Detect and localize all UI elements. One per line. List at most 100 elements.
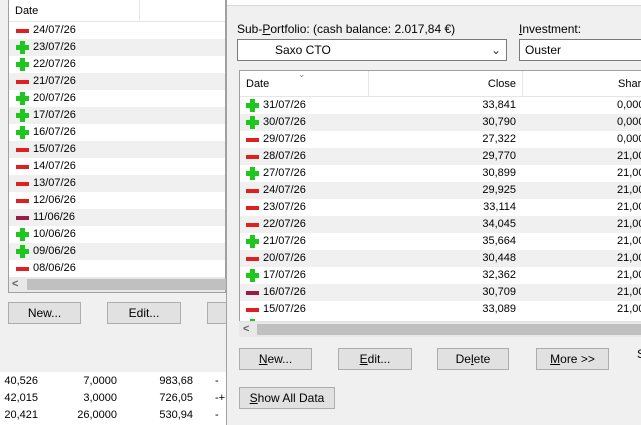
back-list-header: Date	[9, 0, 225, 22]
transaction-row[interactable]: 42,015 3,0000 726,05 -+	[0, 390, 226, 407]
price-row[interactable]: 24/07/26 29,925 21,000	[240, 182, 641, 199]
minus-icon	[245, 285, 260, 300]
row-shares: 21,000	[617, 218, 641, 230]
subportfolio-select[interactable]: Saxo CTO ⌄	[237, 39, 507, 61]
back-list-row[interactable]: 09/06/26	[9, 243, 225, 260]
minus-icon	[15, 74, 30, 89]
back-list-row[interactable]: 15/07/26	[9, 141, 225, 158]
back-list-row[interactable]: 24/07/26	[9, 22, 225, 39]
show-all-data-button[interactable]: Show All Data	[239, 387, 335, 409]
row-date: 21/07/26	[33, 75, 76, 87]
column-date[interactable]: Date	[246, 78, 269, 90]
row-date: 20/07/26	[33, 92, 76, 104]
row-shares: 21,000	[617, 150, 641, 162]
delete-button[interactable]: Delete	[437, 348, 509, 370]
price-row[interactable]: 27/07/26 30,899 21,000	[240, 165, 641, 182]
scroll-thumb[interactable]	[27, 279, 227, 290]
back-edit-button[interactable]: Edit...	[107, 302, 181, 324]
back-list-row[interactable]: 14/07/26	[9, 158, 225, 175]
price-row[interactable]: 29/07/26 27,322 0,000	[240, 131, 641, 148]
prices-list[interactable]: ⌄ Date Close Share 31/07/2633,8410,00030…	[239, 70, 641, 337]
back-list-row[interactable]: 21/07/26	[9, 73, 225, 90]
row-shares: 21,000	[617, 201, 641, 213]
background-window: Date 24/07/26 23/07/26 22/07/26 21/07/26 20/…	[0, 0, 231, 425]
row-shares: 0,000	[617, 133, 641, 145]
plus-icon	[245, 115, 260, 130]
transaction-cell: 20,421	[4, 409, 38, 421]
dialog-titlebar[interactable]	[227, 0, 641, 6]
transaction-row[interactable]: 40,526 7,0000 983,68 -	[0, 373, 226, 390]
inv-label-text: Investment:	[519, 22, 582, 36]
back-prices-list[interactable]: Date 24/07/26 23/07/26 22/07/26 21/07/26 20/…	[8, 0, 226, 293]
transaction-cell: 7,0000	[83, 375, 117, 387]
prices-list-header: ⌄ Date Close Share	[240, 71, 641, 97]
back-list-row[interactable]: 11/06/26	[9, 209, 225, 226]
edit-button[interactable]: Edit...	[338, 348, 412, 370]
row-date: 28/07/26	[263, 150, 306, 162]
minus-icon	[15, 159, 30, 174]
minus-icon	[245, 183, 260, 198]
plus-icon	[245, 268, 260, 283]
minus-icon	[245, 302, 260, 317]
row-shares: 0,000	[617, 99, 641, 111]
chevron-down-icon[interactable]: ⌄	[491, 40, 501, 60]
back-list-row[interactable]: 08/06/26	[9, 260, 225, 277]
price-row[interactable]: 31/07/26 33,841 0,000	[240, 97, 641, 114]
row-shares: 21,000	[617, 252, 641, 264]
new-button[interactable]: New...	[239, 348, 312, 370]
row-date: 29/07/26	[263, 133, 306, 145]
back-list-row[interactable]: 13/07/26	[9, 175, 225, 192]
horizontal-scrollbar[interactable]: <	[239, 321, 641, 337]
row-date: 21/07/26	[263, 235, 306, 247]
sp-label-text: Sub-Portfolio: (cash balance: 2.017,84 €…	[237, 22, 456, 36]
back-list-row[interactable]: 16/07/26	[9, 124, 225, 141]
plus-icon	[15, 244, 30, 259]
row-shares: 21,000	[617, 303, 641, 315]
row-date: 15/07/26	[263, 303, 306, 315]
price-row[interactable]: 15/07/26 33,089 21,000	[240, 301, 641, 318]
price-row[interactable]: 22/07/26 34,045 21,000	[240, 216, 641, 233]
scroll-thumb[interactable]	[257, 324, 641, 335]
column-separator[interactable]	[139, 0, 140, 22]
back-list-row[interactable]: 20/07/26	[9, 90, 225, 107]
subportfolio-label: Sub-Portfolio: (cash balance: 2.017,84 €…	[237, 22, 455, 36]
transaction-cell: -+	[215, 392, 226, 404]
row-close: 32,362	[482, 269, 516, 281]
btn-delete-text: Delete	[455, 352, 491, 366]
price-row[interactable]: 30/07/26 30,790 0,000	[240, 114, 641, 131]
plus-icon	[15, 108, 30, 123]
price-row[interactable]: 28/07/26 29,770 21,000	[240, 148, 641, 165]
column-separator[interactable]	[368, 71, 369, 97]
back-horizontal-scrollbar[interactable]: <	[8, 277, 227, 293]
column-close[interactable]: Close	[488, 78, 516, 90]
price-row[interactable]: 23/07/26 33,114 21,000	[240, 199, 641, 216]
price-row[interactable]: 20/07/26 30,448 21,000	[240, 250, 641, 267]
row-shares: 21,000	[617, 269, 641, 281]
back-new-button[interactable]: New...	[8, 302, 81, 324]
plus-icon	[15, 227, 30, 242]
minus-icon	[245, 132, 260, 147]
price-row[interactable]: 16/07/26 30,709 21,000	[240, 284, 641, 301]
back-list-row[interactable]: 12/06/26	[9, 192, 225, 209]
back-column-date[interactable]: Date	[15, 5, 38, 17]
column-shares[interactable]: Share	[618, 78, 641, 90]
price-row[interactable]: 17/07/26 32,362 21,000	[240, 267, 641, 284]
scroll-left-arrow-icon[interactable]: <	[12, 277, 18, 292]
more-button[interactable]: More >>	[536, 348, 609, 370]
row-date: 16/07/26	[263, 286, 306, 298]
row-close: 33,841	[482, 99, 516, 111]
plus-icon	[15, 91, 30, 106]
price-row[interactable]: 21/07/26 35,664 21,000	[240, 233, 641, 250]
scroll-left-arrow-icon[interactable]: <	[243, 322, 249, 337]
back-list-row[interactable]: 23/07/26	[9, 39, 225, 56]
back-list-row[interactable]: 10/06/26	[9, 226, 225, 243]
transaction-cell: -	[215, 409, 219, 421]
back-list-row[interactable]: 17/07/26	[9, 107, 225, 124]
back-list-row[interactable]: 22/07/26	[9, 56, 225, 73]
column-separator[interactable]	[522, 71, 523, 97]
row-date: 08/06/26	[33, 262, 76, 274]
transaction-row[interactable]: 20,421 26,0000 530,94 -	[0, 407, 226, 424]
row-shares: 21,000	[617, 167, 641, 179]
investment-select[interactable]: Ouster	[519, 39, 641, 61]
row-close: 34,045	[482, 218, 516, 230]
